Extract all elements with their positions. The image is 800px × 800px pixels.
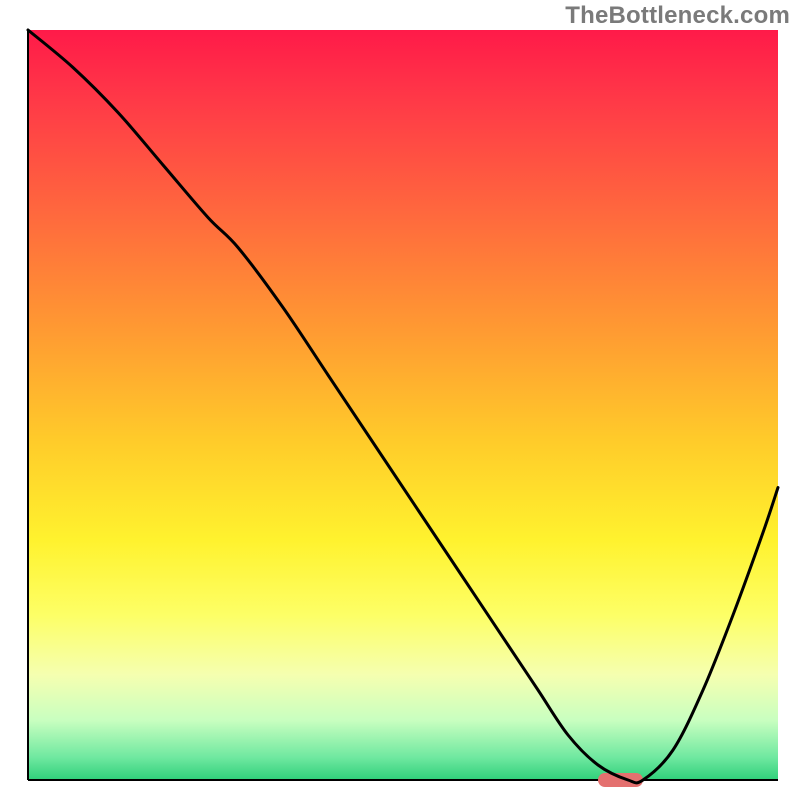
chart-frame: TheBottleneck.com [0,0,800,800]
sweet-spot-marker [598,773,643,787]
chart-svg [0,0,800,800]
plot-background [28,30,778,780]
